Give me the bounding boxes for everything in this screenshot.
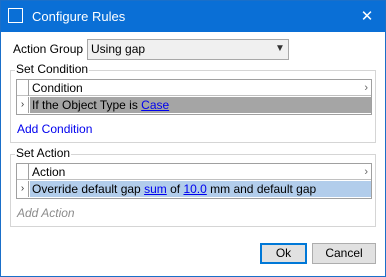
chevron-right-icon[interactable]: ›: [17, 181, 29, 197]
title-bar[interactable]: Configure Rules ✕: [1, 1, 385, 32]
row-header-corner: [17, 80, 29, 96]
action-mid: of: [166, 182, 184, 196]
cancel-button[interactable]: Cancel: [312, 243, 376, 264]
configure-rules-dialog: Configure Rules ✕ Action Group Using gap…: [0, 0, 386, 277]
add-condition-link[interactable]: Add Condition: [17, 122, 92, 136]
action-group-select[interactable]: Using gap ▼: [87, 39, 289, 60]
window-title: Configure Rules: [32, 9, 126, 24]
object-type-link[interactable]: Case: [141, 98, 169, 112]
action-row[interactable]: › Override default gap sum of 10.0 mm an…: [17, 181, 371, 197]
add-action-link[interactable]: Add Action: [17, 206, 75, 220]
set-condition-title: Set Condition: [15, 62, 90, 76]
action-grid-header: Action ›: [17, 164, 371, 180]
ok-button[interactable]: Ok: [260, 243, 307, 264]
action-column-header: Action: [32, 165, 66, 179]
chevron-down-icon: ▼: [275, 43, 285, 54]
action-grid: Action › › Override default gap sum of 1…: [16, 163, 372, 199]
condition-text[interactable]: If the Object Type is Case: [30, 97, 371, 113]
action-group-value: Using gap: [91, 42, 146, 56]
chevron-right-icon: ›: [364, 166, 368, 178]
action-group-label: Action Group: [13, 42, 84, 56]
condition-prefix: If the Object Type is: [32, 98, 142, 112]
gap-mode-link[interactable]: sum: [144, 182, 167, 196]
row-header-corner: [17, 164, 29, 180]
gap-value-link[interactable]: 10.0: [183, 182, 206, 196]
close-button[interactable]: ✕: [349, 1, 385, 32]
condition-grid: Condition › › If the Object Type is Case: [16, 79, 372, 115]
set-action-title: Set Action: [15, 146, 72, 160]
condition-column-header: Condition: [32, 81, 83, 95]
action-text[interactable]: Override default gap sum of 10.0 mm and …: [30, 181, 371, 197]
action-suffix: mm and default gap: [206, 182, 317, 196]
condition-row[interactable]: › If the Object Type is Case: [17, 97, 371, 113]
condition-grid-header: Condition ›: [17, 80, 371, 96]
chevron-right-icon[interactable]: ›: [17, 97, 29, 113]
action-prefix: Override default gap: [32, 182, 145, 196]
chevron-right-icon: ›: [364, 82, 368, 94]
window-icon: [8, 8, 23, 23]
